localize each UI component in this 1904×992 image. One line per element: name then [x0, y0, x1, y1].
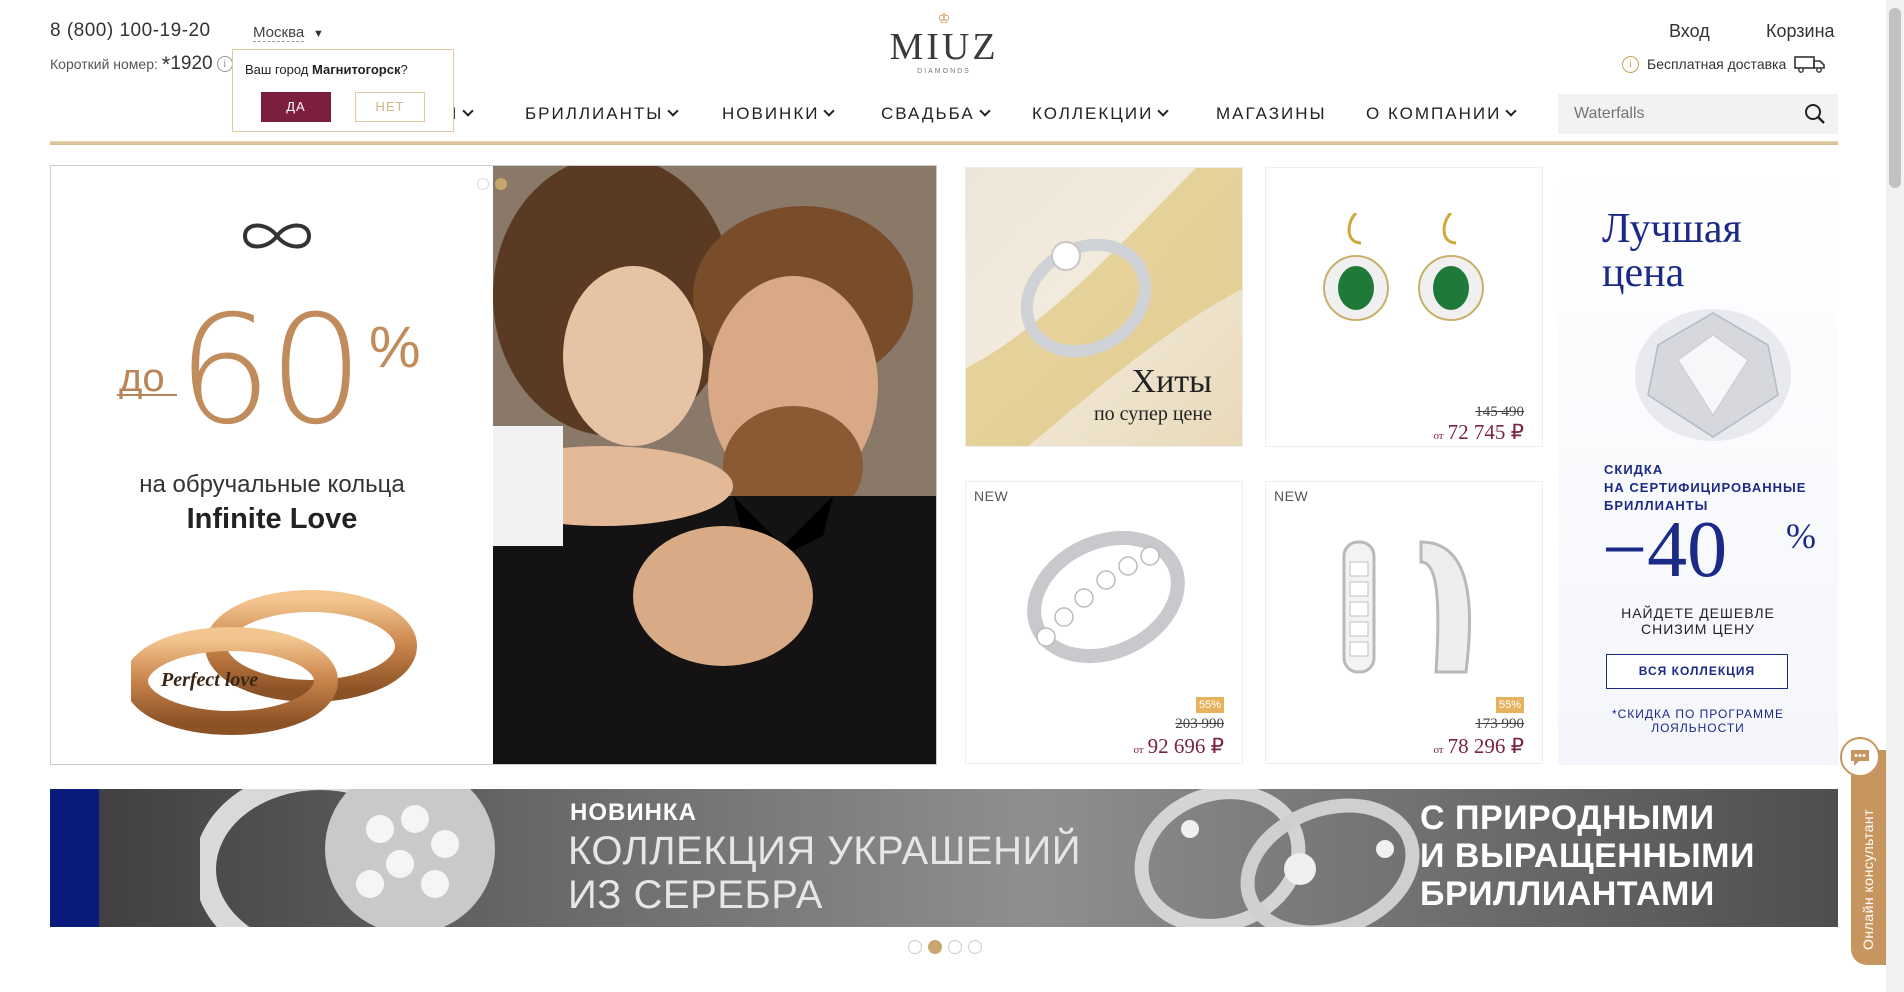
price: от 92 696 ₽: [1133, 734, 1224, 758]
logo-sub: DIAMONDS: [917, 68, 971, 75]
diamond-ring-image: [1027, 530, 1185, 664]
nav-item-about[interactable]: О КОМПАНИИ: [1366, 104, 1517, 124]
discount-badge: 55%: [1196, 697, 1224, 713]
scrollbar[interactable]: [1886, 0, 1904, 992]
new-badge: NEW: [1274, 488, 1309, 504]
infinity-icon: [242, 223, 312, 249]
free-delivery[interactable]: i Бесплатная доставка: [1622, 55, 1826, 73]
city-question: Ваш город Магнитогорск?: [245, 62, 408, 77]
search-box: [1558, 94, 1838, 134]
truck-icon: [1794, 56, 1826, 73]
nav-item-wedding[interactable]: СВАДЬБА: [881, 104, 991, 124]
chevron-down-icon: [979, 105, 991, 117]
online-consultant-tab[interactable]: Онлайн консультант: [1851, 750, 1886, 965]
hits-card[interactable]: Хиты по супер цене: [965, 167, 1243, 447]
diamond-earrings-image: [1342, 540, 1472, 674]
banner-dot[interactable]: [948, 940, 962, 954]
chevron-down-icon: [462, 105, 474, 117]
hero-underline: [117, 394, 177, 396]
diamond-image: [1635, 309, 1791, 441]
city-question-city: Магнитогорск: [312, 62, 401, 77]
product-card[interactable]: NEW 55% 173 990 от 78 296 ₽: [1265, 481, 1543, 764]
login-link[interactable]: Вход: [1669, 21, 1710, 42]
banner-dot[interactable]: [968, 940, 982, 954]
city-confirm-popup: Ваш город Магнитогорск? ДА НЕТ: [232, 49, 454, 132]
city-no-button[interactable]: НЕТ: [355, 92, 425, 122]
hero-dot-active[interactable]: [495, 178, 507, 190]
old-price: 145 490: [1475, 404, 1524, 420]
logo[interactable]: ♔ MIUZ DIAMONDS: [886, 10, 1002, 76]
hero-slider[interactable]: до 60 % на обручальные кольца Infinite L…: [50, 165, 937, 765]
banner-dot-active[interactable]: [928, 940, 942, 954]
banner-accent: [50, 789, 99, 927]
scrollbar-thumb[interactable]: [1889, 8, 1901, 188]
short-number-label: Короткий номер:: [50, 56, 158, 72]
short-number: Короткий номер: *1920 i: [50, 52, 233, 78]
hits-subtitle: по супер цене: [1093, 403, 1212, 425]
silver-collection-banner[interactable]: НОВИНКА КОЛЛЕКЦИЯ УКРАШЕНИЙ ИЗ СЕРЕБРА С …: [50, 789, 1838, 927]
info-icon[interactable]: i: [216, 56, 233, 72]
chevron-down-icon[interactable]: ▼: [313, 28, 324, 40]
promo-discount-sign: %: [1786, 516, 1816, 556]
chevron-down-icon: [823, 105, 836, 117]
logo-mark-icon: ♔: [937, 10, 951, 26]
nav-item-collections[interactable]: КОЛЛЕКЦИИ: [1032, 104, 1169, 124]
banner-right-text: С ПРИРОДНЫМИ И ВЫРАЩЕННЫМИ БРИЛЛИАНТАМИ: [1420, 799, 1755, 913]
chevron-down-icon: [1157, 105, 1169, 117]
hero-subtitle: на обручальные кольца: [139, 471, 405, 498]
city-selector[interactable]: Москва: [253, 24, 305, 42]
short-number-value: 1920: [170, 53, 213, 74]
chat-icon[interactable]: [1840, 737, 1880, 777]
nav-item-brilliants[interactable]: БРИЛЛИАНТЫ: [525, 104, 679, 124]
banner-dot[interactable]: [908, 940, 922, 954]
info-icon: i: [1622, 55, 1639, 73]
hits-title: Хиты: [1131, 363, 1212, 400]
city-yes-button[interactable]: ДА: [261, 92, 331, 122]
hero-percent: 60: [177, 284, 364, 458]
hero-couple-photo: [493, 166, 936, 764]
promo-note: *СКИДКА ПО ПРОГРАММЕ ЛОЯЛЬНОСТИ: [1611, 707, 1785, 735]
emerald-earrings-image: [1323, 213, 1484, 321]
hero-collection: Infinite Love: [186, 503, 358, 535]
all-collection-button[interactable]: ВСЯ КОЛЛЕКЦИЯ: [1606, 654, 1788, 689]
cart-link[interactable]: Корзина: [1766, 21, 1835, 42]
hero-dots: [477, 178, 507, 190]
banner-title: КОЛЛЕКЦИЯ УКРАШЕНИЙ ИЗ СЕРЕБРА: [568, 829, 1081, 917]
promo-guarantee: НАЙДЕТЕ ДЕШЕВЛЕ СНИЗИМ ЦЕНУ: [1621, 605, 1775, 637]
hero-promo: до 60 % на обручальные кольца Infinite L…: [51, 166, 493, 764]
phone-number[interactable]: 8 (800) 100-19-20: [50, 20, 211, 42]
old-price: 203 990: [1175, 716, 1224, 732]
chevron-down-icon: [1505, 105, 1517, 117]
banner-dots: [908, 940, 982, 954]
silver-ring-image: [200, 789, 495, 927]
price: от 72 745 ₽: [1433, 420, 1524, 444]
nav-item-new[interactable]: НОВИНКИ: [722, 104, 836, 124]
nav-item-stores[interactable]: МАГАЗИНЫ: [1216, 104, 1327, 124]
new-badge: NEW: [974, 488, 1009, 504]
silver-rings-image: [1134, 789, 1420, 927]
hero-percent-sign: %: [369, 315, 421, 380]
search-icon[interactable]: [1804, 103, 1826, 125]
delivery-label: Бесплатная доставка: [1647, 56, 1787, 72]
ring-engraving: Perfect love: [160, 669, 258, 691]
promo-discount: −40: [1602, 506, 1728, 594]
couple-image: [493, 166, 936, 764]
search-input[interactable]: [1558, 94, 1778, 134]
discount-badge: 55%: [1496, 697, 1524, 713]
price: от 78 296 ₽: [1433, 734, 1524, 758]
hero-dot[interactable]: [477, 178, 489, 190]
logo-name: MIUZ: [889, 26, 999, 68]
header-divider: [50, 141, 1838, 145]
product-card[interactable]: NEW 55% 203 990 от 92 696 ₽: [965, 481, 1243, 764]
banner-novelty: НОВИНКА: [570, 799, 697, 826]
old-price: 173 990: [1475, 716, 1524, 732]
chevron-down-icon: [667, 105, 679, 117]
wedding-rings-image: Perfect love: [131, 590, 417, 735]
promo-title: Лучшая цена: [1602, 206, 1742, 296]
product-card[interactable]: 145 490 от 72 745 ₽: [1265, 167, 1543, 447]
online-consultant-label: Онлайн консультант: [1860, 808, 1876, 950]
best-price-promo[interactable]: Лучшая цена СКИДКА НА СЕРТИФИЦИРОВАННЫЕ БРИ…: [1558, 165, 1838, 765]
chat-bubble-icon: [1851, 750, 1869, 766]
